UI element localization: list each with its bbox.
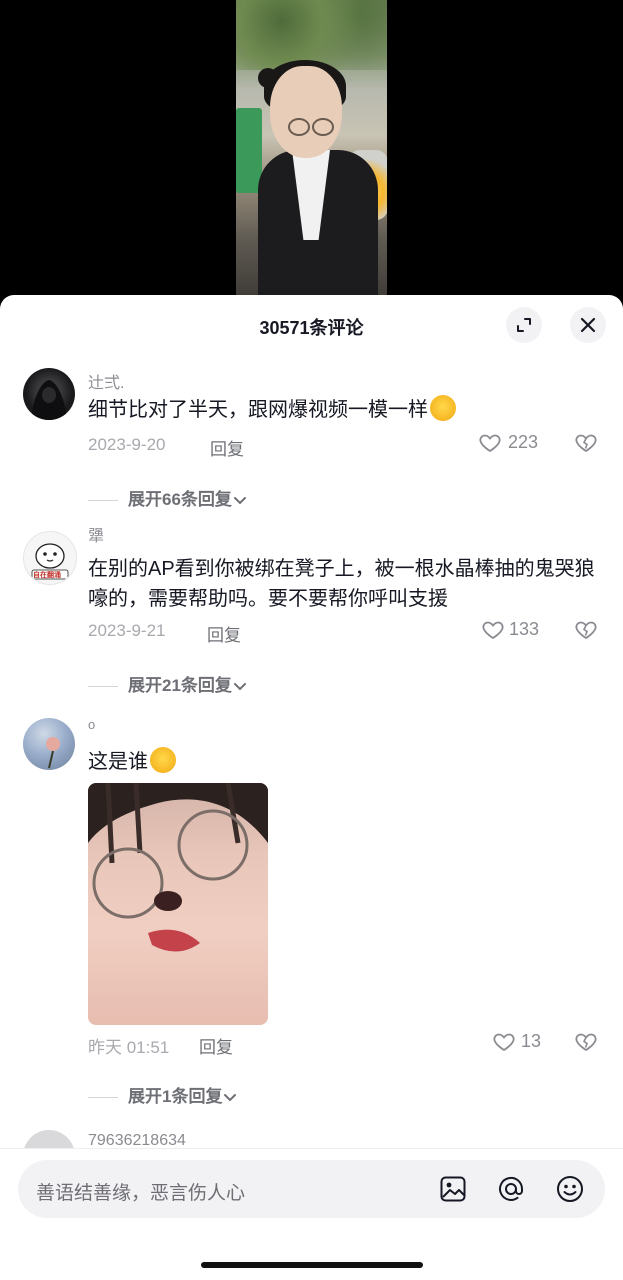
smirk-emoji — [150, 747, 176, 773]
reply-button[interactable]: 回复 — [207, 621, 241, 646]
expand-icon — [517, 318, 531, 332]
like-count: 13 — [521, 1031, 542, 1051]
username[interactable]: 辻弍. — [88, 369, 124, 393]
comment-sheet: 30571条评论 辻弍. 细节比对了半天，跟网爆视频一模一样 2023-9-20… — [0, 295, 623, 1280]
emoji-icon — [557, 1176, 583, 1202]
image-button[interactable] — [438, 1174, 468, 1204]
expand-button[interactable] — [506, 307, 542, 343]
reply-button[interactable]: 回复 — [210, 435, 244, 460]
like-count: 223 — [508, 432, 539, 452]
chevron-down-icon — [224, 1093, 237, 1101]
hooded-figure-icon — [31, 380, 67, 420]
like-button[interactable]: 13 — [492, 1030, 541, 1054]
emoji-button[interactable] — [555, 1174, 585, 1204]
broken-heart-icon — [575, 1033, 597, 1052]
video-player[interactable] — [0, 0, 623, 300]
dislike-button[interactable] — [574, 618, 598, 642]
chevron-down-icon — [233, 682, 246, 690]
expand-divider — [88, 500, 118, 502]
avatar-caption: 自在翻涌 — [33, 572, 61, 579]
image-icon — [440, 1176, 466, 1202]
chevron-down-icon — [233, 496, 246, 504]
like-count: 133 — [509, 619, 540, 639]
expand-replies[interactable]: 展开21条回复 — [88, 671, 248, 696]
at-icon — [499, 1177, 524, 1201]
reply-button[interactable]: 回复 — [199, 1033, 233, 1058]
broken-heart-icon — [575, 621, 597, 640]
comment-input[interactable]: 善语结善缘，恶言伤人心 — [18, 1160, 605, 1218]
comment-image[interactable] — [88, 783, 268, 1025]
comment-text: 细节比对了半天，跟网爆视频一模一样 — [88, 395, 603, 425]
heart-icon — [482, 621, 504, 640]
expand-replies[interactable]: 展开66条回复 — [88, 485, 248, 510]
bottom-bar-divider — [0, 1148, 623, 1149]
close-icon — [580, 317, 596, 333]
broken-heart-icon — [575, 434, 597, 453]
rolling-laughing-emoji — [430, 395, 456, 421]
home-indicator[interactable] — [201, 1262, 423, 1268]
comment-sheet-header: 30571条评论 — [0, 295, 623, 355]
comment-input-placeholder: 善语结善缘，恶言伤人心 — [36, 1183, 246, 1204]
avatar[interactable] — [23, 718, 75, 770]
dislike-button[interactable] — [574, 1030, 598, 1054]
comment-date: 2023-9-20 — [88, 435, 166, 454]
comment-text: 这是谁 — [88, 747, 603, 777]
like-button[interactable]: 223 — [478, 431, 538, 455]
username[interactable]: 犟 — [88, 522, 104, 546]
close-button[interactable] — [570, 307, 606, 343]
heart-icon — [493, 1033, 515, 1052]
flower-photo-icon — [46, 737, 60, 769]
like-button[interactable]: 133 — [481, 618, 539, 642]
expand-divider — [88, 686, 118, 688]
heart-icon — [479, 434, 501, 453]
comment-text: 在别的AP看到你被绑在凳子上，被一根水晶棒抽的鬼哭狼嚎的，需要帮助吗。要不要帮你… — [88, 558, 595, 610]
face-photo — [88, 783, 268, 952]
expand-replies[interactable]: 展开1条回复 — [88, 1082, 238, 1107]
username[interactable]: o — [88, 717, 95, 732]
video-frame — [236, 0, 387, 300]
avatar[interactable] — [23, 368, 75, 420]
dislike-button[interactable] — [574, 431, 598, 455]
comment-date: 2023-9-21 — [88, 621, 166, 640]
avatar[interactable]: 自在翻涌 — [23, 531, 77, 585]
comment-date: 昨天 01:51 — [88, 1038, 170, 1057]
mention-button[interactable] — [496, 1174, 526, 1204]
expand-divider — [88, 1097, 118, 1099]
